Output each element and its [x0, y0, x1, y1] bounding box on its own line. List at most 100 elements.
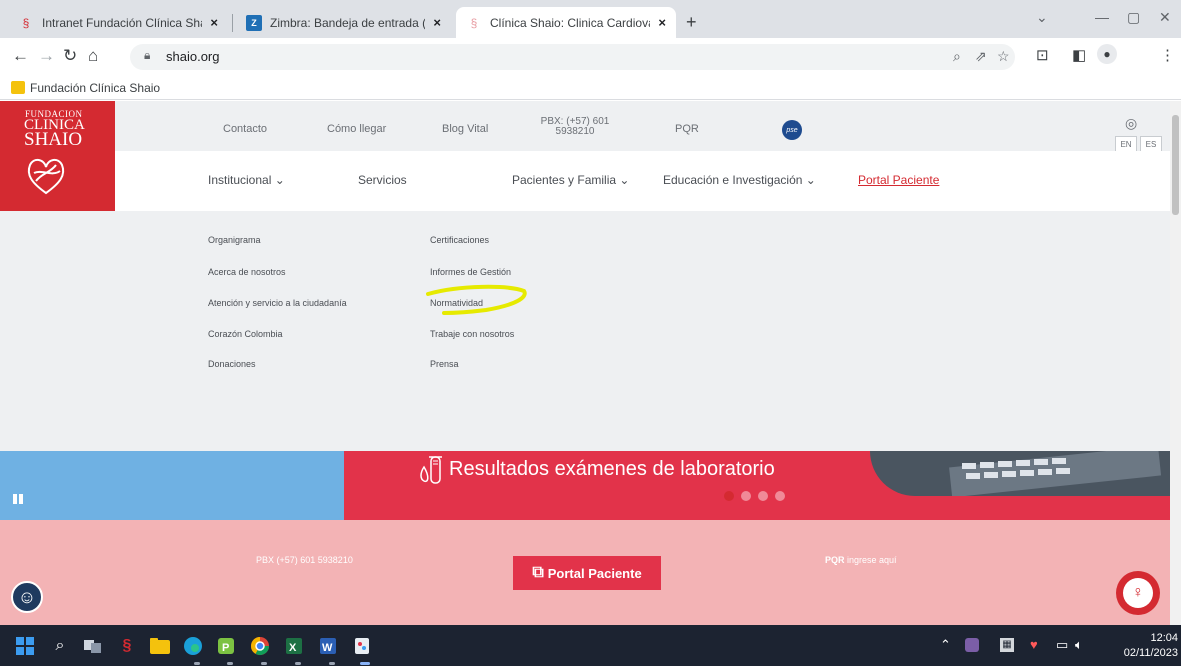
- svg-text:P: P: [222, 642, 229, 654]
- planner-app-icon[interactable]: P: [214, 634, 238, 658]
- reload-icon[interactable]: ↻: [63, 46, 77, 66]
- running-indicator: [295, 662, 301, 665]
- carousel-dot-2[interactable]: [741, 491, 751, 501]
- nav-portal-paciente[interactable]: Portal Paciente: [858, 173, 939, 187]
- menu-acerca-de-nosotros[interactable]: Acerca de nosotros: [208, 267, 286, 277]
- lang-en-button[interactable]: EN: [1115, 136, 1137, 152]
- close-tab-icon[interactable]: ×: [658, 15, 666, 30]
- carousel-dot-3[interactable]: [758, 491, 768, 501]
- search-icon[interactable]: ⌕: [48, 634, 72, 658]
- windows-taskbar: ⌕ § P X W ⌃ ▦ ♥ ▭ 🔈︎ 12:04 02/11/2023: [0, 625, 1181, 666]
- windows-start-icon[interactable]: [13, 634, 37, 658]
- blog-vital-link[interactable]: Blog Vital: [442, 123, 488, 135]
- file-explorer-icon[interactable]: [148, 634, 172, 658]
- more-menu-icon[interactable]: ⋮: [1160, 46, 1175, 64]
- address-bar[interactable]: 🔒︎ shaio.org ⌕ ⇗ ☆: [130, 44, 1015, 70]
- website-viewport: FUNDACION CLINICA SHAIO Contacto Cómo ll…: [0, 101, 1170, 625]
- running-indicator: [329, 662, 335, 665]
- search-icon[interactable]: ◎: [1125, 115, 1137, 132]
- yellow-highlight-annotation: [426, 284, 527, 315]
- menu-atencion-ciudadania[interactable]: Atención y servicio a la ciudadanía: [208, 298, 347, 308]
- nav-servicios[interactable]: Servicios: [358, 173, 407, 187]
- tab-zimbra[interactable]: Z Zimbra: Bandeja de entrada (431 ×: [236, 7, 451, 38]
- carousel-dot-1-active[interactable]: [724, 491, 734, 501]
- tab-intranet[interactable]: § Intranet Fundación Clínica Shaio ×: [8, 7, 228, 38]
- excel-app-icon[interactable]: X: [282, 634, 306, 658]
- shaio-app-icon[interactable]: §: [115, 634, 139, 658]
- menu-informes-gestion[interactable]: Informes de Gestión: [430, 267, 511, 277]
- scrollbar-thumb[interactable]: [1172, 115, 1179, 215]
- page-scrollbar[interactable]: [1170, 101, 1181, 625]
- chatbot-avatar-icon[interactable]: ♀: [1116, 571, 1160, 615]
- system-clock[interactable]: 12:04 02/11/2023: [1120, 631, 1178, 661]
- shaio-favicon-icon: §: [22, 15, 30, 30]
- logo-line3: SHAIO: [24, 129, 83, 150]
- footer-pqr-link[interactable]: PQR ingrese aquí: [825, 555, 897, 565]
- como-llegar-link[interactable]: Cómo llegar: [327, 123, 386, 135]
- pqr-bold: PQR: [825, 555, 845, 565]
- tray-overflow-icon[interactable]: ⌃: [940, 637, 951, 653]
- pause-icon[interactable]: [13, 494, 23, 504]
- zimbra-favicon-icon: Z: [246, 14, 262, 31]
- tab-clinica-shaio[interactable]: § Clínica Shaio: Clinica Cardiovascu ×: [456, 7, 676, 38]
- menu-prensa[interactable]: Prensa: [430, 359, 459, 369]
- forward-arrow-icon[interactable]: →: [38, 46, 55, 66]
- browser-tab-strip: § Intranet Fundación Clínica Shaio × Z Z…: [0, 0, 1181, 38]
- menu-donaciones[interactable]: Donaciones: [208, 359, 256, 369]
- portal-monitor-icon: ⧉: [532, 564, 544, 581]
- site-top-bar: Contacto Cómo llegar Blog Vital PBX: (+5…: [115, 101, 1170, 152]
- nav-pacientes-familia[interactable]: Pacientes y Familia ⌄: [512, 173, 629, 187]
- tray-app-icon[interactable]: [965, 638, 979, 652]
- word-app-icon[interactable]: W: [316, 634, 340, 658]
- institucional-dropdown-menu: Organigrama Acerca de nosotros Atención …: [0, 211, 1170, 451]
- accessibility-icon[interactable]: ☺: [11, 581, 43, 613]
- zoom-icon[interactable]: ⌕: [953, 48, 961, 65]
- pbx-line2: 5938210: [555, 126, 595, 137]
- tab-search-icon[interactable]: ⌄: [1036, 9, 1048, 26]
- pbx-phone-link[interactable]: PBX: (+57) 601 5938210: [540, 117, 610, 137]
- profile-avatar-icon[interactable]: ●: [1097, 44, 1117, 64]
- pse-payment-icon[interactable]: pse: [782, 120, 802, 140]
- minimize-icon[interactable]: —: [1095, 9, 1109, 25]
- volume-icon[interactable]: 🔈︎: [1075, 637, 1083, 653]
- network-icon[interactable]: ▭: [1056, 637, 1068, 653]
- running-indicator: [194, 662, 200, 665]
- new-tab-button[interactable]: +: [686, 12, 697, 33]
- contacto-link[interactable]: Contacto: [223, 123, 267, 135]
- browser-toolbar: ← → ↻ ⌂ 🔒︎ shaio.org ⌕ ⇗ ☆ ⊡ ◧ ● ⋮: [0, 38, 1181, 76]
- heart-tray-icon[interactable]: ♥: [1030, 637, 1038, 652]
- restore-icon[interactable]: ▢: [1127, 9, 1140, 26]
- lang-es-button[interactable]: ES: [1140, 136, 1162, 152]
- side-panel-icon[interactable]: ◧: [1072, 46, 1086, 64]
- share-icon[interactable]: ⇗: [975, 48, 987, 65]
- menu-trabaje-con-nosotros[interactable]: Trabaje con nosotros: [430, 329, 514, 339]
- shaio-heart-emblem-icon: [27, 159, 65, 195]
- carousel-dot-4[interactable]: [775, 491, 785, 501]
- edge-browser-icon[interactable]: [181, 634, 205, 658]
- menu-certificaciones[interactable]: Certificaciones: [430, 235, 489, 245]
- portal-paciente-button[interactable]: ⧉ Portal Paciente: [513, 556, 661, 590]
- bookmark-star-icon[interactable]: ☆: [997, 48, 1010, 65]
- paint-app-icon[interactable]: [350, 634, 374, 658]
- menu-corazon-colombia[interactable]: Corazón Colombia: [208, 329, 283, 339]
- task-view-icon[interactable]: [81, 634, 105, 658]
- back-arrow-icon[interactable]: ←: [12, 46, 29, 66]
- close-tab-icon[interactable]: ×: [210, 15, 218, 30]
- bookmarks-bar: Fundación Clínica Shaio: [0, 76, 1181, 100]
- tab-title: Clínica Shaio: Clinica Cardiovascu: [490, 15, 650, 30]
- nav-educacion-investigacion[interactable]: Educación e Investigación ⌄: [663, 173, 816, 187]
- close-tab-icon[interactable]: ×: [433, 15, 441, 30]
- shaio-logo[interactable]: FUNDACION CLINICA SHAIO: [0, 101, 115, 211]
- close-window-icon[interactable]: ✕: [1159, 9, 1171, 26]
- cast-icon[interactable]: ⊡: [1036, 46, 1049, 64]
- footer-pbx-link[interactable]: PBX (+57) 601 5938210: [256, 555, 353, 565]
- bookmark-shaio[interactable]: Fundación Clínica Shaio: [30, 81, 160, 95]
- nav-institucional[interactable]: Institucional ⌄: [208, 173, 285, 187]
- chrome-browser-icon[interactable]: [248, 634, 272, 658]
- tray-app-icon[interactable]: ▦: [1000, 638, 1014, 652]
- home-icon[interactable]: ⌂: [88, 46, 98, 66]
- pqr-link[interactable]: PQR: [675, 123, 699, 135]
- menu-organigrama[interactable]: Organigrama: [208, 235, 261, 245]
- test-tube-icon: [420, 456, 442, 484]
- folder-icon: [11, 81, 25, 94]
